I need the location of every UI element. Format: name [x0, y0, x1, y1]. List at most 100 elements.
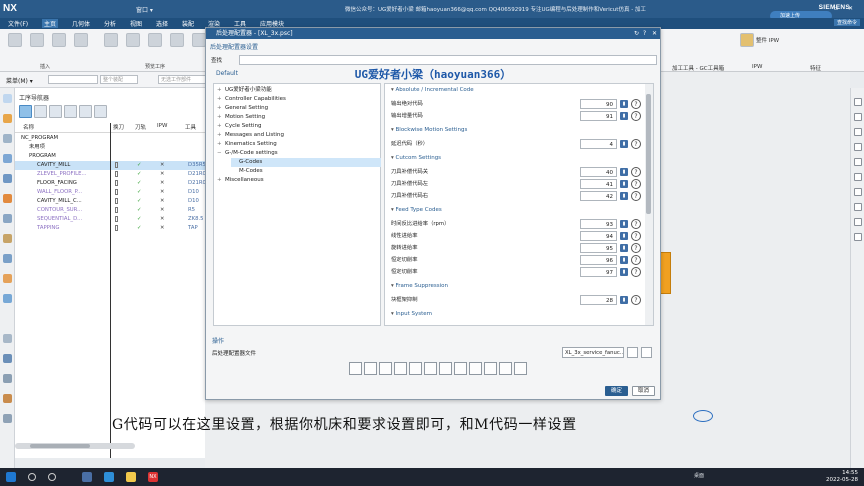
view-top-icon[interactable] — [854, 113, 862, 121]
operation-section-header[interactable]: 操作 — [212, 336, 224, 345]
help-icon[interactable]: ? — [631, 167, 641, 177]
navigator-hscroll-thumb[interactable] — [30, 444, 90, 448]
reuse-library-icon[interactable] — [3, 274, 12, 283]
search-icon[interactable] — [28, 473, 36, 481]
tree-toggle-icon[interactable]: + — [217, 176, 225, 185]
machine-tool-view-icon[interactable] — [34, 105, 47, 118]
zoom-icon[interactable] — [854, 203, 862, 211]
tree-toggle-icon[interactable]: + — [217, 95, 225, 104]
col-ipw[interactable]: IPW — [157, 123, 167, 132]
system-clock[interactable]: 14:55 2022-05-28 — [826, 470, 858, 484]
settings-group-header[interactable]: Absolute / Incremental Code — [391, 87, 474, 93]
col-toolchange[interactable]: 换刀 — [113, 123, 124, 132]
task-view-icon[interactable] — [48, 473, 56, 481]
info-icon[interactable] — [409, 362, 422, 375]
setting-value-input[interactable]: 28 — [580, 295, 617, 305]
dimension-icon[interactable] — [3, 394, 12, 403]
lock-icon[interactable]: ▮ — [620, 296, 628, 304]
menu-home[interactable]: 主页 — [42, 19, 59, 28]
tree-toggle-icon[interactable]: − — [217, 149, 225, 158]
settings-group-header[interactable]: Feed Type Codes — [391, 207, 442, 213]
part-nav-icon[interactable] — [3, 134, 12, 143]
geometry-view-icon[interactable] — [49, 105, 62, 118]
tree-node[interactable]: + Cycle Setting — [217, 122, 261, 131]
lock-icon[interactable]: ▮ — [620, 180, 628, 188]
setting-value-input[interactable]: 91 — [580, 111, 617, 121]
menu-analysis[interactable]: 分析 — [102, 19, 118, 28]
close-icon[interactable]: ✕ — [848, 5, 853, 12]
lock-icon[interactable]: ▮ — [620, 140, 628, 148]
command-search[interactable]: 查找命令 — [833, 19, 860, 26]
setting-value-input[interactable]: 90 — [580, 99, 617, 109]
tree-toggle-icon[interactable]: + — [217, 104, 225, 113]
navigator-tab-icon[interactable] — [3, 94, 12, 103]
lock-icon[interactable]: ▮ — [620, 112, 628, 120]
setting-value-input[interactable]: 97 — [580, 267, 617, 277]
help-icon[interactable]: ? — [631, 111, 641, 121]
create-method-icon[interactable] — [74, 33, 88, 47]
menu-geometry[interactable]: 几何体 — [70, 19, 92, 28]
post-file-select[interactable]: XL_3x_service_fanuc.. — [562, 347, 624, 358]
find-icon[interactable] — [79, 105, 92, 118]
tree-node[interactable]: − G-/M-Code settings — [217, 149, 278, 158]
clock-icon[interactable] — [3, 334, 12, 343]
lock-icon[interactable]: ▮ — [620, 268, 628, 276]
settings-vscroll[interactable] — [645, 84, 653, 325]
maximize-icon[interactable]: ▫ — [834, 5, 838, 12]
ribbon-ipw-label[interactable]: 整件 IPW — [756, 36, 779, 44]
tree-node[interactable]: + Miscellaneous — [217, 176, 264, 185]
tree-node[interactable]: G-Codes — [231, 158, 381, 167]
undo-icon[interactable] — [499, 362, 512, 375]
compare-icon[interactable] — [484, 362, 497, 375]
help-icon[interactable]: ? — [631, 191, 641, 201]
edit-file-icon[interactable] — [641, 347, 652, 358]
lock-icon[interactable]: ▮ — [620, 192, 628, 200]
menu-select[interactable]: 选择 — [154, 19, 170, 28]
postprocess-icon[interactable] — [192, 33, 206, 47]
dialog-close-icon[interactable]: ✕ — [652, 28, 657, 39]
lock-icon[interactable]: ▮ — [620, 244, 628, 252]
dialog-help-icon[interactable]: ? — [643, 28, 646, 39]
palette-icon[interactable] — [3, 194, 12, 203]
ipw-icon[interactable] — [740, 33, 754, 47]
system-materials-icon[interactable] — [3, 294, 12, 303]
menu-button[interactable]: 菜单(M) ▾ — [6, 76, 33, 85]
settings-group-header[interactable]: Cutcom Settings — [391, 155, 442, 161]
setting-value-input[interactable]: 42 — [580, 191, 617, 201]
rotate-icon[interactable] — [854, 218, 862, 226]
generate-icon[interactable] — [104, 33, 118, 47]
help-icon[interactable]: ? — [631, 179, 641, 189]
open-file-icon[interactable] — [364, 362, 377, 375]
help-icon[interactable]: ? — [631, 99, 641, 109]
edge-icon[interactable] — [104, 472, 114, 482]
setting-value-input[interactable]: 40 — [580, 167, 617, 177]
process-icon[interactable] — [3, 234, 12, 243]
settings-group-header[interactable]: Input System — [391, 311, 433, 317]
analysis-icon[interactable] — [3, 354, 12, 363]
work-part-combo[interactable]: 无选工作部件 — [158, 75, 208, 84]
view-right-icon[interactable] — [854, 128, 862, 136]
help-icon[interactable]: ? — [631, 295, 641, 305]
program-order-view-icon[interactable] — [19, 105, 32, 118]
save-icon[interactable] — [379, 362, 392, 375]
save-as-icon[interactable] — [394, 362, 407, 375]
file-search-input[interactable] — [239, 55, 657, 65]
tree-node[interactable]: + Messages and Listing — [217, 131, 284, 140]
lock-icon[interactable]: ▮ — [620, 100, 628, 108]
col-name[interactable]: 名称 — [23, 123, 34, 132]
web-browser-icon[interactable] — [3, 174, 12, 183]
capture-icon[interactable] — [3, 374, 12, 383]
assembly-combo[interactable]: 整个装配 — [100, 75, 138, 84]
view-iso-icon[interactable] — [854, 143, 862, 151]
settings-group-header[interactable]: Frame Suppression — [391, 283, 448, 289]
dialog-reset-icon[interactable]: ↻ — [634, 28, 639, 39]
start-icon[interactable] — [6, 472, 16, 482]
list-icon[interactable] — [454, 362, 467, 375]
ribbon-gc-toolbox[interactable]: 加工工具 - GC工具箱 — [672, 64, 724, 72]
tree-node[interactable]: + Motion Setting — [217, 113, 265, 122]
roles-icon[interactable] — [3, 254, 12, 263]
quick-access-window[interactable]: 窗口 ▾ — [136, 5, 153, 14]
lock-icon[interactable]: ▮ — [620, 220, 628, 228]
explorer-icon[interactable] — [126, 472, 136, 482]
menu-file[interactable]: 文件(F) — [6, 19, 30, 28]
